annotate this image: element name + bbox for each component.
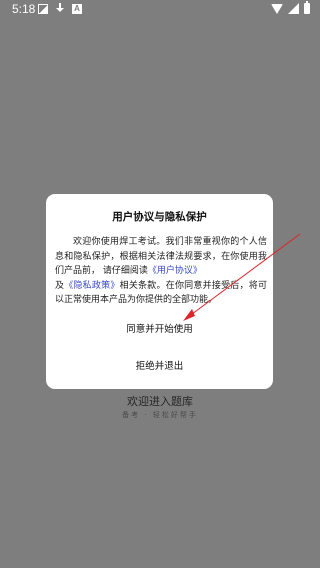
- wifi-icon: [271, 3, 283, 14]
- reject-button[interactable]: 拒绝并退出: [46, 358, 273, 372]
- image-icon: [38, 3, 48, 14]
- privacy-dialog: 用户协议与隐私保护 欢迎你使用焊工考试。我们非常重视你的个人信息和隐私保护，根据…: [46, 194, 273, 389]
- user-agreement-link[interactable]: 《用户协议》: [148, 266, 202, 276]
- agree-button[interactable]: 同意并开始使用: [46, 321, 273, 335]
- download-icon: [55, 3, 65, 14]
- signal-icon: [288, 3, 299, 14]
- status-icons-right: [271, 1, 310, 14]
- dialog-title: 用户协议与隐私保护: [112, 211, 207, 223]
- dialog-body: 欢迎你使用焊工考试。我们非常重视你的个人信息和隐私保护，根据相关法律法规要求，在…: [55, 235, 267, 308]
- status-icons-left: A: [38, 3, 82, 14]
- dialog-body-text-2: 及: [55, 280, 65, 291]
- status-bar: 5:18 A: [0, 0, 320, 18]
- a-icon: A: [72, 3, 82, 14]
- battery-icon: [304, 1, 310, 14]
- privacy-policy-link[interactable]: 《隐私政策》: [64, 281, 119, 291]
- welcome-subtext: 备考 · 轻松好帮手: [122, 411, 198, 419]
- welcome-text: 欢迎进入题库: [127, 395, 193, 408]
- status-time: 5:18: [12, 2, 36, 16]
